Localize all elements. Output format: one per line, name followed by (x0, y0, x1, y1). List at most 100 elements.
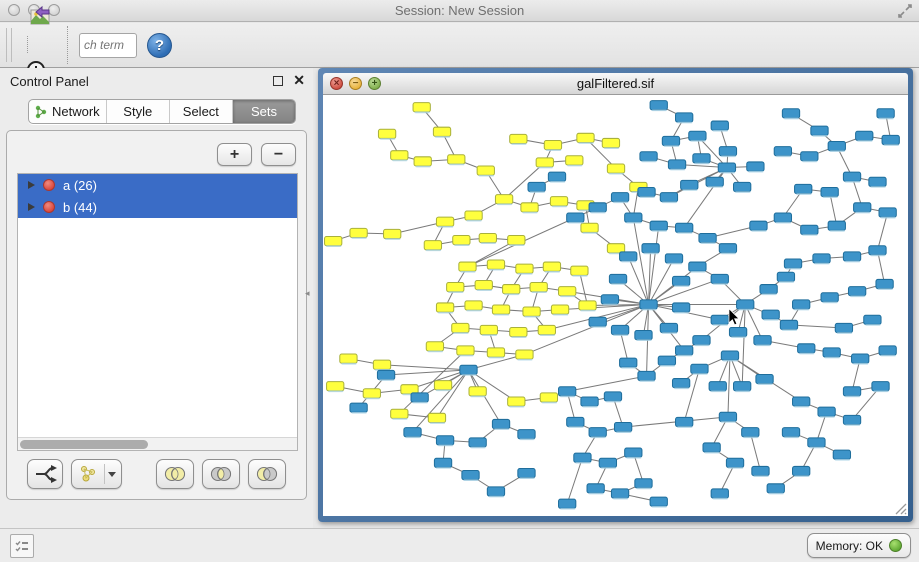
graph-node[interactable] (650, 221, 667, 230)
graph-node[interactable] (777, 272, 794, 281)
task-history-button[interactable] (10, 534, 34, 558)
graph-node[interactable] (711, 315, 728, 324)
graph-node[interactable] (475, 280, 492, 289)
set-row[interactable]: b (44) (18, 196, 297, 218)
graph-node[interactable] (384, 229, 401, 238)
graph-node[interactable] (528, 182, 545, 191)
graph-node[interactable] (566, 156, 583, 165)
remove-set-button[interactable]: − (261, 143, 296, 166)
graph-node[interactable] (793, 397, 810, 406)
graph-node[interactable] (391, 151, 408, 160)
graph-node[interactable] (465, 301, 482, 310)
graph-node[interactable] (689, 131, 706, 140)
graph-node[interactable] (521, 203, 538, 212)
graph-node[interactable] (479, 233, 496, 242)
tab-network[interactable]: Network (29, 100, 107, 123)
graph-node[interactable] (453, 236, 470, 245)
graph-node[interactable] (530, 283, 547, 292)
graph-node[interactable] (414, 157, 431, 166)
graph-node[interactable] (734, 182, 751, 191)
graph-node[interactable] (452, 323, 469, 332)
graph-node[interactable] (434, 458, 451, 467)
graph-node[interactable] (508, 236, 525, 245)
graph-node[interactable] (559, 287, 576, 296)
graph-node[interactable] (676, 223, 693, 232)
graph-node[interactable] (579, 301, 596, 310)
graph-node[interactable] (559, 387, 576, 396)
graph-node[interactable] (559, 499, 576, 508)
graph-node[interactable] (823, 348, 840, 357)
graph-node[interactable] (793, 466, 810, 475)
graph-node[interactable] (640, 152, 657, 161)
graph-node[interactable] (635, 331, 652, 340)
graph-node[interactable] (782, 109, 799, 118)
graph-node[interactable] (487, 487, 504, 496)
tab-sets[interactable]: Sets (233, 100, 295, 123)
graph-node[interactable] (551, 305, 568, 314)
graph-node[interactable] (767, 484, 784, 493)
graph-node[interactable] (676, 417, 693, 426)
graph-node[interactable] (350, 228, 367, 237)
graph-node[interactable] (462, 471, 479, 480)
graph-node[interactable] (363, 389, 380, 398)
graph-node[interactable] (693, 154, 710, 163)
graph-node[interactable] (620, 252, 637, 261)
graph-node[interactable] (762, 310, 779, 319)
graph-node[interactable] (538, 325, 555, 334)
fullscreen-icon[interactable] (897, 3, 913, 19)
graph-node[interactable] (843, 415, 860, 424)
graph-node[interactable] (487, 260, 504, 269)
graph-node[interactable] (548, 172, 565, 181)
set-row[interactable]: a (26) (18, 174, 297, 196)
graph-node[interactable] (620, 358, 637, 367)
graph-node[interactable] (798, 344, 815, 353)
graph-node[interactable] (611, 325, 628, 334)
graph-node[interactable] (587, 484, 604, 493)
graph-node[interactable] (459, 262, 476, 271)
graph-node[interactable] (516, 350, 533, 359)
graph-node[interactable] (607, 164, 624, 173)
tab-select[interactable]: Select (170, 100, 233, 123)
graph-node[interactable] (523, 307, 540, 316)
graph-node[interactable] (601, 295, 618, 304)
graph-node[interactable] (843, 172, 860, 181)
difference-button[interactable] (248, 459, 286, 489)
graph-node[interactable] (373, 360, 390, 369)
graph-node[interactable] (571, 266, 588, 275)
close-panel-icon[interactable]: ✕ (293, 72, 305, 89)
graph-node[interactable] (460, 365, 477, 374)
graph-node[interactable] (436, 303, 453, 312)
graph-node[interactable] (672, 303, 689, 312)
graph-node[interactable] (882, 135, 899, 144)
graph-node[interactable] (872, 382, 889, 391)
graph-node[interactable] (611, 193, 628, 202)
graph-node[interactable] (577, 133, 594, 142)
graph-node[interactable] (658, 356, 675, 365)
graph-node[interactable] (433, 127, 450, 136)
graph-node[interactable] (574, 453, 591, 462)
graph-node[interactable] (465, 211, 482, 220)
graph-node[interactable] (774, 213, 791, 222)
graph-node[interactable] (721, 351, 738, 360)
graph-node[interactable] (378, 129, 395, 138)
graph-node[interactable] (754, 336, 771, 345)
graph-node[interactable] (503, 285, 520, 294)
graph-node[interactable] (436, 217, 453, 226)
graph-node[interactable] (480, 325, 497, 334)
graph-node[interactable] (828, 141, 845, 150)
graph-node[interactable] (869, 246, 886, 255)
graph-node[interactable] (821, 293, 838, 302)
graph-node[interactable] (508, 397, 525, 406)
graph-node[interactable] (808, 438, 825, 447)
graph-node[interactable] (672, 276, 689, 285)
intersection-button[interactable] (202, 459, 240, 489)
graph-node[interactable] (340, 354, 357, 363)
panel-collapse-handle[interactable]: ◂ (305, 288, 310, 299)
dropdown-caret-icon[interactable] (108, 472, 116, 477)
float-panel-icon[interactable] (273, 76, 283, 86)
graph-node[interactable] (635, 479, 652, 488)
graph-node[interactable] (774, 147, 791, 156)
graph-node[interactable] (668, 160, 685, 169)
graph-node[interactable] (447, 283, 464, 292)
graph-node[interactable] (589, 317, 606, 326)
